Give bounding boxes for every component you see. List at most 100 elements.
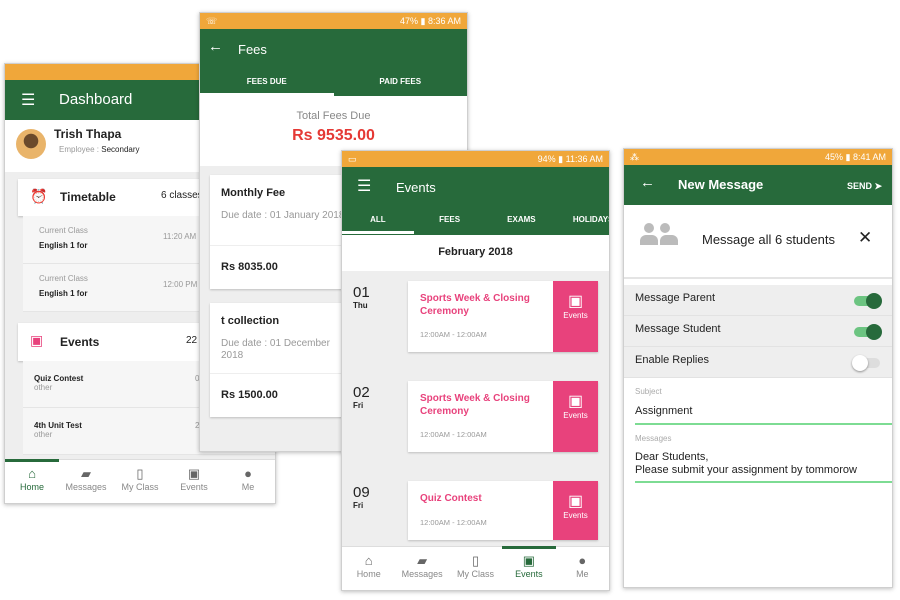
event-title: Quiz Contest (420, 493, 482, 504)
user-name: Trish Thapa (54, 127, 122, 141)
nav-label: Messages (401, 569, 443, 579)
status-bar: ☏ 47% ▮ 8:36 AM (200, 13, 467, 29)
total-fees-label: Total Fees Due (296, 110, 371, 122)
event-day: 02 (353, 384, 370, 401)
nav-label: My Class (121, 482, 159, 492)
toggle-switch[interactable] (852, 355, 880, 371)
event-badge: ▣ Events (553, 281, 598, 352)
tab-paid-fees[interactable]: PAID FEES (334, 69, 468, 96)
event-title: Sports Week & Closing Ceremony (420, 393, 530, 417)
timetable-label: Timetable (60, 190, 116, 204)
class-time: 11:20 AM (163, 232, 197, 241)
home-icon: ⌂ (28, 466, 36, 481)
event-badge: ▣ Events (553, 381, 598, 452)
back-arrow-icon[interactable]: ← (640, 174, 655, 191)
back-arrow-icon[interactable]: ← (208, 38, 223, 55)
event-time: 12:00AM - 12:00AM (420, 330, 487, 339)
nav-me[interactable]: ● Me (556, 547, 609, 590)
employee-value: Secondary (101, 145, 140, 154)
toggle-row: Message Parent (624, 285, 892, 316)
toggle-switch[interactable] (854, 293, 882, 309)
nav-my-class[interactable]: ▯ My Class (449, 547, 502, 590)
subject-input[interactable]: Assignment (635, 405, 892, 425)
nav-label: Events (180, 482, 208, 492)
tab-fees-due[interactable]: FEES DUE (200, 69, 334, 96)
group-icon (640, 223, 686, 249)
person-icon: ● (578, 553, 587, 568)
calendar-icon: ▣ (30, 332, 44, 348)
event-weekday: Fri (353, 501, 364, 510)
subject-label: Subject (635, 387, 662, 396)
nav-label: Messages (65, 482, 107, 492)
alarm-clock-icon: ⏰ (30, 188, 48, 204)
fee-amount: Rs 1500.00 (221, 389, 278, 401)
messages-label: Messages (635, 434, 672, 443)
event-weekday: Thu (353, 301, 368, 310)
toggle-label: Message Parent (635, 292, 716, 304)
home-icon: ⌂ (364, 553, 373, 568)
event-title: Sports Week & Closing Ceremony (420, 293, 530, 317)
fee-due-date: Due date : 01 January 2018 (221, 210, 345, 221)
bottom-nav: ⌂ Home ▰ Messages ▯ My Class ▣ Events ● Me (5, 459, 275, 503)
new-message-screen: ⁂ 45% ▮ 8:41 AM ← New Message SEND ➤ Mess… (623, 148, 893, 588)
nav-label: Events (515, 569, 543, 579)
fee-name: t collection (221, 315, 280, 327)
event-day: 09 (353, 484, 370, 501)
tab-holidays[interactable]: HOLIDAYS (557, 207, 609, 234)
nav-home[interactable]: ⌂ Home (342, 547, 395, 590)
nav-me[interactable]: ● Me (221, 460, 275, 503)
nav-label: My Class (457, 569, 495, 579)
class-time: 12:00 PM (163, 280, 198, 289)
page-title: Events (396, 180, 436, 195)
event-weekday: Fri (353, 401, 364, 410)
fee-due-date: Due date : 01 December 2018 (221, 338, 330, 361)
menu-icon[interactable]: ☰ (21, 90, 35, 110)
nav-messages[interactable]: ▰ Messages (395, 547, 448, 590)
status-bar: ⁂ 45% ▮ 8:41 AM (624, 149, 892, 165)
nav-label: Me (241, 482, 255, 492)
employee-label: Employee : (59, 145, 100, 154)
book-icon: ▯ (471, 553, 480, 568)
message-textarea[interactable]: Dear Students, Please submit your assign… (635, 451, 892, 483)
nav-messages[interactable]: ▰ Messages (59, 460, 113, 503)
menu-icon[interactable]: ☰ (357, 176, 371, 196)
nav-label: Home (19, 482, 44, 492)
messages-icon: ▰ (81, 466, 91, 481)
timetable-count: 6 classes (161, 190, 203, 201)
month-header: February 2018 (342, 235, 609, 271)
tab-all[interactable]: ALL (342, 207, 414, 234)
page-title: Fees (238, 42, 267, 57)
send-button[interactable]: SEND ➤ (847, 181, 882, 192)
toggle-switch[interactable] (854, 324, 882, 340)
toggle-label: Enable Replies (635, 354, 709, 366)
events-screen: ▭ 94% ▮ 11:36 AM ☰ Events ALL FEES EXAMS … (341, 150, 610, 591)
calendar-icon: ▣ (187, 466, 201, 481)
calendar-icon: ▣ (567, 493, 584, 510)
event-time: 12:00AM - 12:00AM (420, 430, 487, 439)
toggle-label: Message Student (635, 323, 721, 335)
book-icon: ▯ (136, 466, 144, 481)
tab-fees[interactable]: FEES (414, 207, 486, 234)
status-bar: ▭ 94% ▮ 11:36 AM (342, 151, 609, 167)
nav-label: Home (356, 569, 381, 579)
nav-home[interactable]: ⌂ Home (5, 459, 59, 503)
calendar-icon: ▣ (522, 553, 536, 568)
nav-my-class[interactable]: ▯ My Class (113, 460, 167, 503)
nav-events[interactable]: ▣ Events (502, 546, 557, 590)
fee-name: Monthly Fee (221, 187, 286, 199)
calendar-icon: ▣ (567, 393, 584, 410)
event-time: 12:00AM - 12:00AM (420, 518, 487, 527)
event-badge: ▣ Events (553, 481, 598, 540)
close-icon[interactable]: ✕ (858, 228, 872, 248)
calendar-icon: ▣ (567, 293, 584, 310)
recipient-label: Message all 6 students (702, 232, 835, 247)
messages-icon: ▰ (417, 553, 428, 568)
events-count: 22 (186, 335, 198, 346)
tab-exams[interactable]: EXAMS (486, 207, 558, 234)
fee-amount: Rs 8035.00 (221, 261, 278, 273)
event-day: 01 (353, 284, 370, 301)
person-icon: ● (244, 466, 252, 481)
total-fees-value: Rs 9535.00 (292, 127, 375, 144)
bottom-nav: ⌂ Home ▰ Messages ▯ My Class ▣ Events ● Me (342, 546, 609, 590)
nav-events[interactable]: ▣ Events (167, 460, 221, 503)
